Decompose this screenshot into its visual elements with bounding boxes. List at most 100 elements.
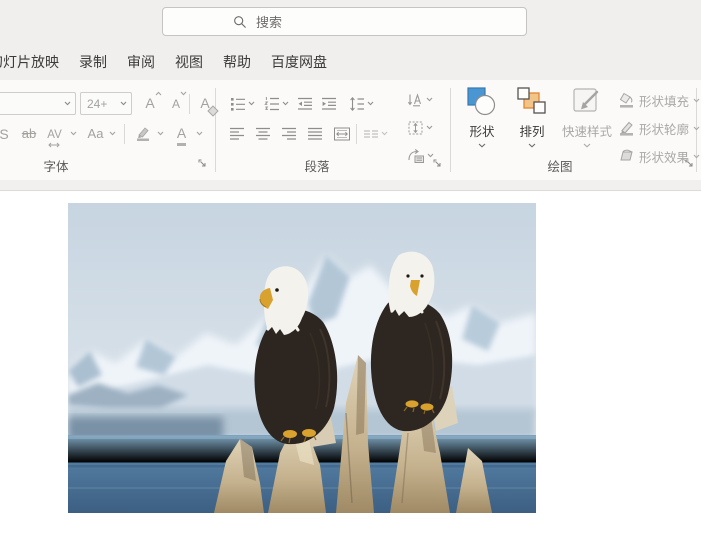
group-separator xyxy=(450,88,451,172)
arrange-label: 排列 xyxy=(519,121,544,140)
ribbon: 24+ A A A S ab AV xyxy=(0,80,701,180)
chevron-down-icon xyxy=(109,131,116,136)
separator xyxy=(356,124,357,144)
align-center-icon xyxy=(255,126,271,142)
font-dialog-launcher[interactable] xyxy=(197,158,207,168)
change-case-button[interactable]: Aa xyxy=(84,122,120,145)
shrink-font-button[interactable]: A xyxy=(164,92,188,115)
paragraph-dialog-launcher[interactable] xyxy=(432,158,442,168)
paragraph-group: 段落 xyxy=(222,80,450,180)
tab-review[interactable]: 审阅 xyxy=(127,52,155,72)
grow-font-icon: A xyxy=(145,95,154,111)
drawing-group: 形状 排列 快速样式 xyxy=(456,80,701,180)
eagles-photo[interactable] xyxy=(68,203,536,513)
arrange-icon xyxy=(515,86,549,118)
left-right-arrow-icon xyxy=(47,142,61,148)
text-shadow-button[interactable]: S xyxy=(0,122,12,145)
font-color-icon: A xyxy=(177,125,186,141)
slide-canvas[interactable] xyxy=(0,191,701,556)
increase-indent-icon xyxy=(321,96,337,112)
numbering-button[interactable] xyxy=(262,92,290,115)
strikethrough-button[interactable]: ab xyxy=(17,122,41,145)
chevron-up-icon xyxy=(155,91,162,96)
chevron-down-icon xyxy=(478,143,486,148)
numbering-icon xyxy=(264,96,280,112)
align-right-button[interactable] xyxy=(280,122,298,145)
tab-slideshow[interactable]: 幻灯片放映 xyxy=(0,52,59,72)
chevron-down-icon xyxy=(157,131,164,136)
columns-icon xyxy=(363,126,379,142)
shapes-label: 形状 xyxy=(469,121,494,140)
quick-styles-icon xyxy=(570,86,604,118)
change-case-icon: Aa xyxy=(88,127,104,140)
font-color-button[interactable]: A xyxy=(170,122,210,145)
line-spacing-button[interactable] xyxy=(346,92,376,115)
clear-formatting-button[interactable]: A xyxy=(193,92,217,115)
justify-button[interactable] xyxy=(306,122,324,145)
shape-outline-button[interactable]: 形状轮廓 xyxy=(618,118,700,138)
bullets-button[interactable] xyxy=(228,92,256,115)
font-size-value: 24+ xyxy=(87,97,120,111)
shrink-font-icon: A xyxy=(172,97,180,111)
line-spacing-icon xyxy=(349,96,365,112)
shape-fill-button[interactable]: 形状填充 xyxy=(618,90,700,110)
increase-indent-button[interactable] xyxy=(320,92,338,115)
powerpoint-window: 搜索 幻灯片放映 录制 审阅 视图 帮助 百度网盘 24+ A xyxy=(0,0,701,556)
columns-button[interactable] xyxy=(361,122,389,145)
highlighter-pen-icon xyxy=(135,126,151,141)
bullets-icon xyxy=(230,96,246,112)
title-bar: 搜索 xyxy=(0,0,701,44)
drawing-dialog-launcher[interactable] xyxy=(684,158,694,168)
chevron-down-icon xyxy=(693,126,700,131)
chevron-down-icon xyxy=(528,143,536,148)
shape-outline-label: 形状轮廓 xyxy=(639,119,689,138)
search-input[interactable]: 搜索 xyxy=(162,7,527,36)
paragraph-group-label: 段落 xyxy=(222,156,412,175)
chevron-down-icon xyxy=(120,101,127,106)
pencil-icon xyxy=(618,120,635,137)
text-highlight-color-button[interactable] xyxy=(130,122,168,145)
align-text-icon xyxy=(407,120,424,136)
align-center-button[interactable] xyxy=(254,122,272,145)
chevron-down-icon xyxy=(282,101,289,106)
chevron-down-icon xyxy=(583,143,591,148)
ribbon-collapse-strip xyxy=(0,180,701,191)
chevron-down-icon xyxy=(426,125,433,130)
character-spacing-icon: AV xyxy=(47,129,62,141)
text-direction-icon xyxy=(407,92,424,108)
text-shadow-icon: S xyxy=(0,127,9,141)
chevron-down-icon xyxy=(367,101,374,106)
tab-record[interactable]: 录制 xyxy=(79,52,107,72)
chevron-down-icon xyxy=(426,97,433,102)
font-color-bar xyxy=(177,143,186,146)
strikethrough-icon: ab xyxy=(22,127,36,140)
character-spacing-button[interactable]: AV xyxy=(43,122,81,145)
tab-view[interactable]: 视图 xyxy=(175,52,203,72)
decrease-indent-icon xyxy=(297,96,313,112)
align-right-icon xyxy=(281,126,297,142)
font-size-combobox[interactable]: 24+ xyxy=(80,92,132,115)
decrease-indent-button[interactable] xyxy=(296,92,314,115)
chevron-down-icon xyxy=(196,131,203,136)
align-left-icon xyxy=(229,126,245,142)
chevron-down-icon xyxy=(248,101,255,106)
shape-fill-label: 形状填充 xyxy=(639,91,689,110)
separator xyxy=(124,124,125,144)
tab-baidu-netdisk[interactable]: 百度网盘 xyxy=(271,52,327,72)
chevron-down-icon xyxy=(70,131,77,136)
tab-help[interactable]: 帮助 xyxy=(223,52,251,72)
search-icon xyxy=(233,15,247,29)
font-name-combobox[interactable] xyxy=(0,92,76,115)
distributed-button[interactable] xyxy=(332,122,352,145)
align-text-button[interactable] xyxy=(404,116,436,139)
align-left-button[interactable] xyxy=(228,122,246,145)
text-direction-button[interactable] xyxy=(404,88,436,111)
grow-font-button[interactable]: A xyxy=(138,92,162,115)
paint-bucket-icon xyxy=(618,92,635,109)
search-placeholder: 搜索 xyxy=(256,12,282,31)
font-group-label: 字体 xyxy=(0,156,112,175)
justify-icon xyxy=(307,126,323,142)
chevron-down-icon xyxy=(693,98,700,103)
chevron-down-icon xyxy=(180,91,187,96)
separator xyxy=(189,94,190,114)
